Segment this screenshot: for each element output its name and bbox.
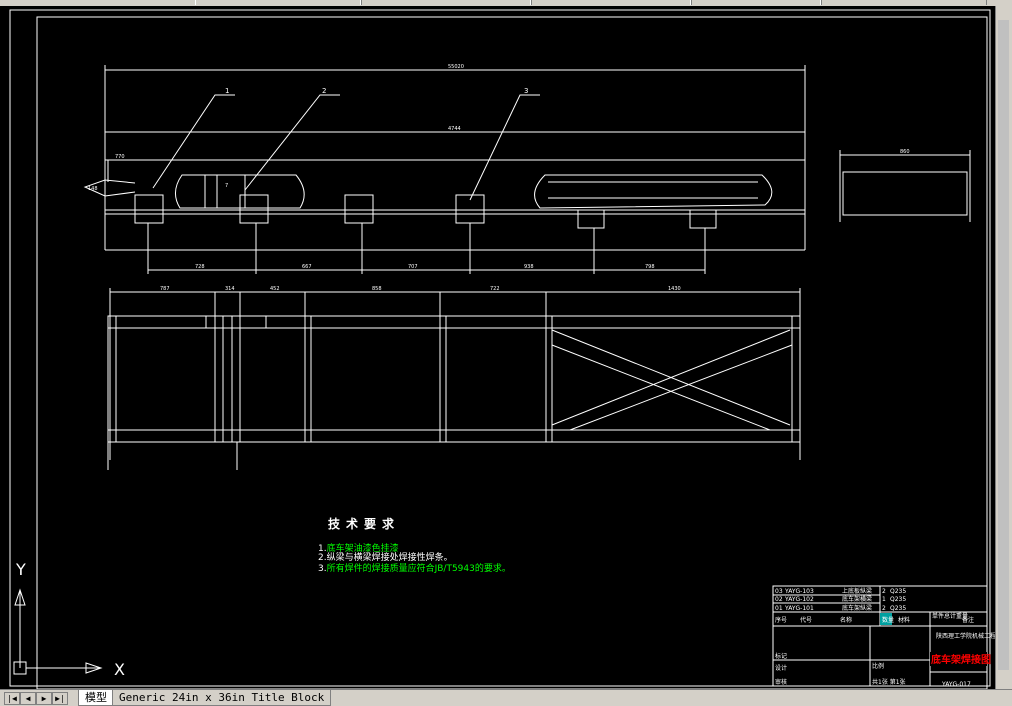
toolbar-field[interactable] [820, 0, 987, 5]
last-tab-button[interactable]: ▶| [52, 692, 68, 705]
dim-lower: 798 [645, 264, 655, 270]
prev-tab-button[interactable]: ◀ [20, 692, 36, 705]
tb-header: 数量 [882, 616, 894, 624]
dim-lower: 728 [195, 264, 205, 270]
tech-req-num: 3. [318, 564, 327, 574]
part-code: YAYG-101 [784, 605, 814, 612]
part-row: 02 [775, 596, 783, 603]
vertical-scrollbar[interactable] [995, 6, 1012, 689]
dim-side: 860 [900, 149, 910, 155]
part-name: 底车架横梁 [842, 595, 872, 603]
tb-row-label: 设计 [775, 664, 787, 672]
tb-header: 备注 [962, 616, 974, 624]
dim-small: 7 [225, 183, 228, 189]
tab-layout[interactable]: Generic 24in x 36in Title Block [112, 690, 332, 706]
next-tab-button[interactable]: ▶ [36, 692, 52, 705]
part-code: YAYG-102 [784, 596, 814, 603]
drawing-canvas[interactable]: 55020 4744 860 770 148 7 728 667 707 938… [0, 6, 996, 689]
leader-label: 3 [524, 87, 528, 95]
layout-tab-bar: |◀ ◀ ▶ ▶| 模型 Generic 24in x 36in Title B… [0, 689, 1012, 706]
dim-plan: 787 [160, 286, 170, 292]
part-mat: Q235 [890, 605, 906, 612]
tb-header: 序号 [775, 616, 787, 624]
scale-label: 比例 [872, 662, 884, 670]
dim-plan: 858 [372, 286, 382, 292]
dim-plan: 722 [490, 286, 500, 292]
dim-lower: 938 [524, 264, 534, 270]
ucs-x-label: X [114, 660, 125, 679]
leader-label: 2 [322, 87, 326, 95]
dim-plan: 314 [225, 286, 235, 292]
tb-header: 名称 [840, 616, 852, 624]
dim-overall: 55020 [448, 64, 464, 70]
toolbar-field[interactable] [195, 0, 362, 5]
dim-lower: 667 [302, 264, 312, 270]
tb-row-label: 审核 [775, 678, 787, 686]
part-row: 01 [775, 605, 783, 612]
tech-req-line: 3.所有焊件的焊接质量应符合JB/T5943的要求。 [318, 561, 511, 574]
dim-small: 148 [88, 186, 98, 192]
toolbar-field[interactable] [690, 0, 822, 5]
dim-small: 770 [115, 154, 125, 160]
part-name: 上底板纵梁 [842, 587, 872, 595]
tb-header: 代号 [800, 616, 812, 624]
toolbar-field[interactable] [530, 0, 692, 5]
dim-plan: 1430 [668, 286, 681, 292]
ucs-y-label: Y [15, 560, 26, 579]
first-tab-button[interactable]: |◀ [4, 692, 20, 705]
dim-inner: 4744 [448, 126, 461, 132]
dim-lower: 707 [408, 264, 418, 270]
scroll-track[interactable] [998, 20, 1009, 670]
part-row: 03 [775, 588, 783, 595]
tb-row-label: 标记 [775, 652, 787, 660]
plan-view [107, 288, 801, 470]
leader-label: 1 [225, 87, 229, 95]
part-mat: Q235 [890, 596, 906, 603]
part-qty: 2 [882, 605, 886, 612]
drawing-name: 底车架焊接图 [931, 653, 991, 666]
part-name: 底车架纵梁 [842, 604, 872, 612]
part-mat: Q235 [890, 588, 906, 595]
tab-model[interactable]: 模型 [78, 690, 114, 706]
drawing-no: YAYG-017 [941, 681, 971, 688]
ucs-icon [13, 588, 103, 675]
side-view [83, 65, 806, 274]
school-name: 陕西理工学院机械工程学院 [936, 632, 996, 640]
part-qty: 1 [882, 596, 886, 603]
tb-header: 材料 [898, 616, 910, 624]
part-code: YAYG-103 [784, 588, 814, 595]
tech-req-text: 所有焊件的焊接质量应符合JB/T5943的要求。 [326, 564, 511, 574]
end-view [839, 150, 971, 222]
sheet-count: 共1张 第1张 [872, 678, 906, 686]
toolbar-field[interactable] [360, 0, 532, 5]
tech-req-title: 技术要求 [328, 517, 401, 531]
part-qty: 2 [882, 588, 886, 595]
dim-plan: 452 [270, 286, 280, 292]
